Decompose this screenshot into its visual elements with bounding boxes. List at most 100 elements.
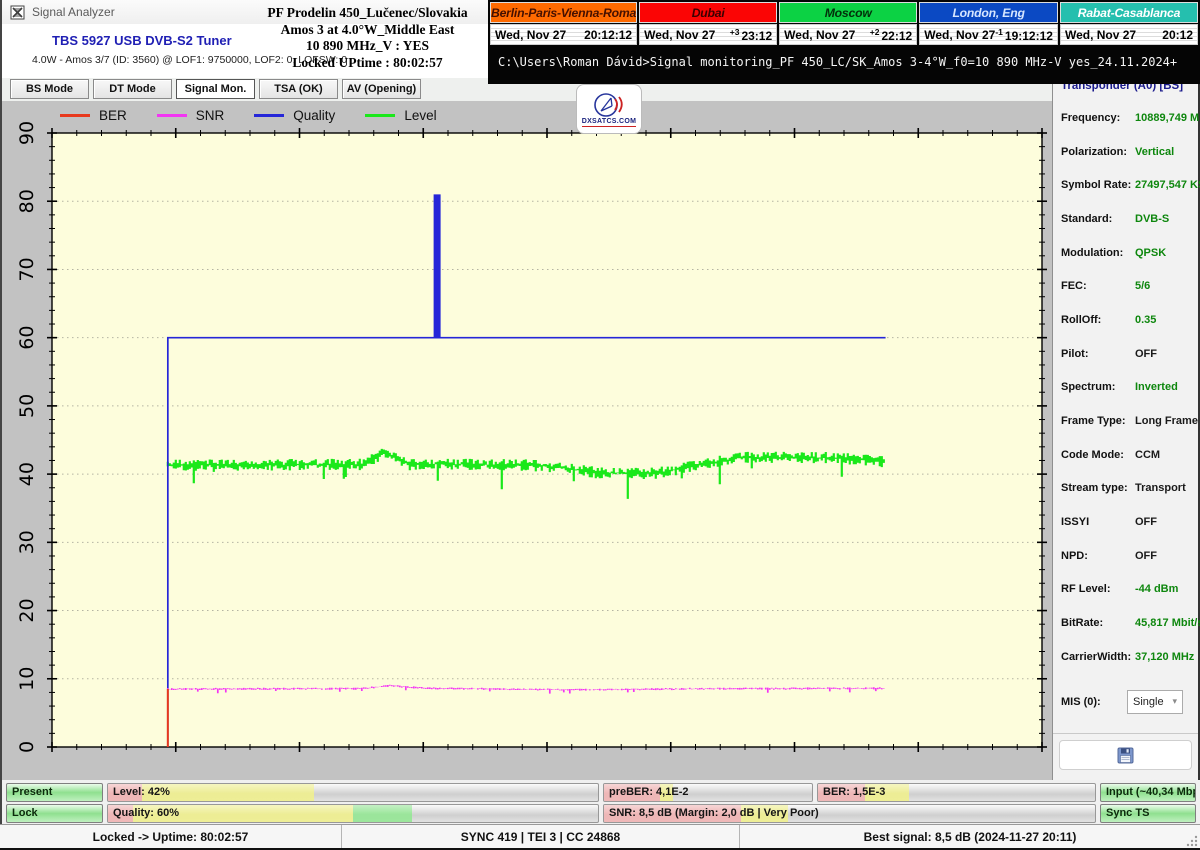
transponder-row: Modulation:QPSK (1053, 236, 1198, 270)
save-button[interactable] (1059, 740, 1192, 770)
signal-analyzer-window: Signal Analyzer TBS 5927 USB DVB-S2 Tune… (0, 0, 1200, 850)
transponder-row-label: Frequency: (1061, 112, 1135, 124)
meter-badge-sync-ts: Sync TS (1100, 804, 1196, 823)
legend-label: BER (99, 108, 127, 123)
station-line-1: PF Prodelin 450_Lučenec/Slovakia (245, 5, 490, 22)
window-title: Signal Analyzer (32, 5, 115, 19)
clock-time: Wed, Nov 2720:12 (1060, 24, 1198, 45)
meter-badge-lock: Lock (6, 804, 103, 823)
meter-bar-label: SNR: 8,5 dB (Margin: 2,0 dB | Very Poor) (609, 805, 819, 822)
svg-text:70: 70 (16, 257, 38, 281)
transponder-row-label: Polarization: (1061, 146, 1135, 158)
clock-hhmm: +323:12 (730, 27, 772, 43)
tuner-name: TBS 5927 USB DVB-S2 Tuner (52, 33, 232, 48)
chevron-down-icon: ▾ (1172, 696, 1177, 707)
console-command-line: C:\Users\Roman Dávid>Signal monitoring_P… (498, 55, 1196, 69)
transponder-row-value: 0.35 (1135, 314, 1156, 326)
tab-av-opening-[interactable]: AV (Opening) (342, 79, 421, 99)
svg-text:60: 60 (16, 326, 38, 350)
transponder-rows: Frequency:10889,749 MHzPolarization:Vert… (1053, 101, 1198, 674)
clock-date: Wed, Nov 27 (924, 28, 995, 42)
mode-tabs: BS ModeDT ModeSignal Mon.TSA (OK)AV (Ope… (10, 79, 421, 99)
transponder-row-value: OFF (1135, 348, 1157, 360)
legend-label: Level (404, 108, 436, 123)
clock-time: Wed, Nov 2720:12:12 (490, 24, 637, 45)
transponder-panel: Transponder (A0) [BS] Frequency:10889,74… (1052, 84, 1200, 780)
clock-utc-offset: +3 (730, 27, 740, 37)
svg-text:90: 90 (16, 121, 38, 145)
transponder-row-label: Pilot: (1061, 348, 1135, 360)
tab-dt-mode[interactable]: DT Mode (93, 79, 172, 99)
transponder-row: CarrierWidth:37,120 MHz (1053, 640, 1198, 674)
transponder-row-value: QPSK (1135, 247, 1166, 259)
legend-item-level: Level (365, 108, 436, 123)
transponder-row-label: RF Level: (1061, 583, 1135, 595)
meter-bar-snr: SNR: 8,5 dB (Margin: 2,0 dB | Very Poor) (603, 804, 1096, 823)
transponder-row-value: Transport (1135, 482, 1186, 494)
transponder-row: BitRate:45,817 Mbit/s (1053, 606, 1198, 640)
clock-utc-offset: -1 (995, 27, 1003, 37)
app-icon (10, 5, 25, 20)
transponder-row-value: Vertical (1135, 146, 1174, 158)
resize-grip[interactable] (1186, 835, 1198, 847)
transponder-row-label: CarrierWidth: (1061, 651, 1135, 663)
clock-column-4: Rabat-CasablancaWed, Nov 2720:12 (1060, 2, 1198, 46)
transponder-row-value: Long Frame (1135, 415, 1198, 427)
mis-label: MIS (0): (1061, 696, 1127, 708)
transponder-row-value: CCM (1135, 449, 1160, 461)
transponder-row: FEC:5/6 (1053, 269, 1198, 303)
svg-text:0: 0 (16, 741, 38, 753)
dxsatcs-logo: DXSATCS.COM (576, 84, 642, 134)
satellite-dish-icon (592, 92, 626, 118)
meter-badge-present: Present (6, 783, 103, 802)
legend-item-snr: SNR (157, 108, 225, 123)
clock-console-bar: Berlin-Paris-Vienna-RomaWed, Nov 2720:12… (488, 0, 1200, 84)
header-left: Signal Analyzer TBS 5927 USB DVB-S2 Tune… (0, 0, 488, 78)
transponder-row-value: 5/6 (1135, 280, 1150, 292)
floppy-disk-icon (1117, 747, 1134, 764)
clock-utc-offset: +2 (870, 27, 880, 37)
meter-bar-label: preBER: 4,1E-2 (609, 784, 688, 801)
station-info: PF Prodelin 450_Lučenec/Slovakia Amos 3 … (245, 5, 490, 71)
transponder-row: Standard:DVB-S (1053, 202, 1198, 236)
clock-time: Wed, Nov 27 +323:12 (639, 24, 777, 45)
meter-row-1: Present Level: 42% preBER: 4,1E-2 BER: 1,5E… (6, 783, 1196, 802)
tab-bs-mode[interactable]: BS Mode (10, 79, 89, 99)
tab-signal-mon-[interactable]: Signal Mon. (176, 79, 255, 99)
transponder-row: Spectrum:Inverted (1053, 371, 1198, 405)
legend-swatch (157, 114, 187, 117)
meter-bar-label: BER: 1,5E-3 (823, 784, 885, 801)
mis-select[interactable]: Single ▾ (1127, 690, 1183, 714)
clock-date: Wed, Nov 27 (644, 28, 715, 42)
transponder-row-label: Modulation: (1061, 247, 1135, 259)
meter-bar-label: Level: 42% (113, 784, 170, 801)
svg-text:30: 30 (16, 530, 38, 554)
clock-column-2: MoscowWed, Nov 27+222:12 (779, 2, 917, 46)
clock-city: Rabat-Casablanca (1060, 2, 1198, 23)
signal-chart: BERSNRQualityLevel 0102030405060708090 (0, 101, 1052, 780)
transponder-row: Polarization:Vertical (1053, 135, 1198, 169)
legend-item-ber: BER (60, 108, 127, 123)
clock-hhmm: 20:12:12 (584, 28, 632, 42)
transponder-row: ISSYIOFF (1053, 505, 1198, 539)
clock-column-0: Berlin-Paris-Vienna-RomaWed, Nov 2720:12… (490, 2, 637, 46)
transponder-row: RollOff:0.35 (1053, 303, 1198, 337)
transponder-row: Pilot:OFF (1053, 337, 1198, 371)
transponder-row-label: BitRate: (1061, 617, 1135, 629)
meter-bar-ber: BER: 1,5E-3 (817, 783, 1096, 802)
legend-label: Quality (293, 108, 335, 123)
clock-city: Berlin-Paris-Vienna-Roma (490, 2, 637, 23)
meter-bar-label: Quality: 60% (113, 805, 179, 822)
transponder-row-value: 37,120 MHz (1135, 651, 1194, 663)
transponder-row-value: DVB-S (1135, 213, 1169, 225)
meter-badge-input-40-34-mbps-: Input (~40,34 Mbps) (1100, 783, 1196, 802)
clock-hhmm: +222:12 (870, 27, 912, 43)
clock-city: Moscow (779, 2, 917, 23)
transponder-row-value: 27497,547 KS/s (1135, 179, 1200, 191)
tab-tsa-ok-[interactable]: TSA (OK) (259, 79, 338, 99)
transponder-row-value: -44 dBm (1135, 583, 1178, 595)
status-bar: Locked -> Uptime: 80:02:57 SYNC 419 | TE… (0, 824, 1200, 849)
mis-row: MIS (0): Single ▾ (1053, 690, 1198, 714)
transponder-row-label: RollOff: (1061, 314, 1135, 326)
status-best-signal: Best signal: 8,5 dB (2024-11-27 20:11) (740, 825, 1200, 849)
